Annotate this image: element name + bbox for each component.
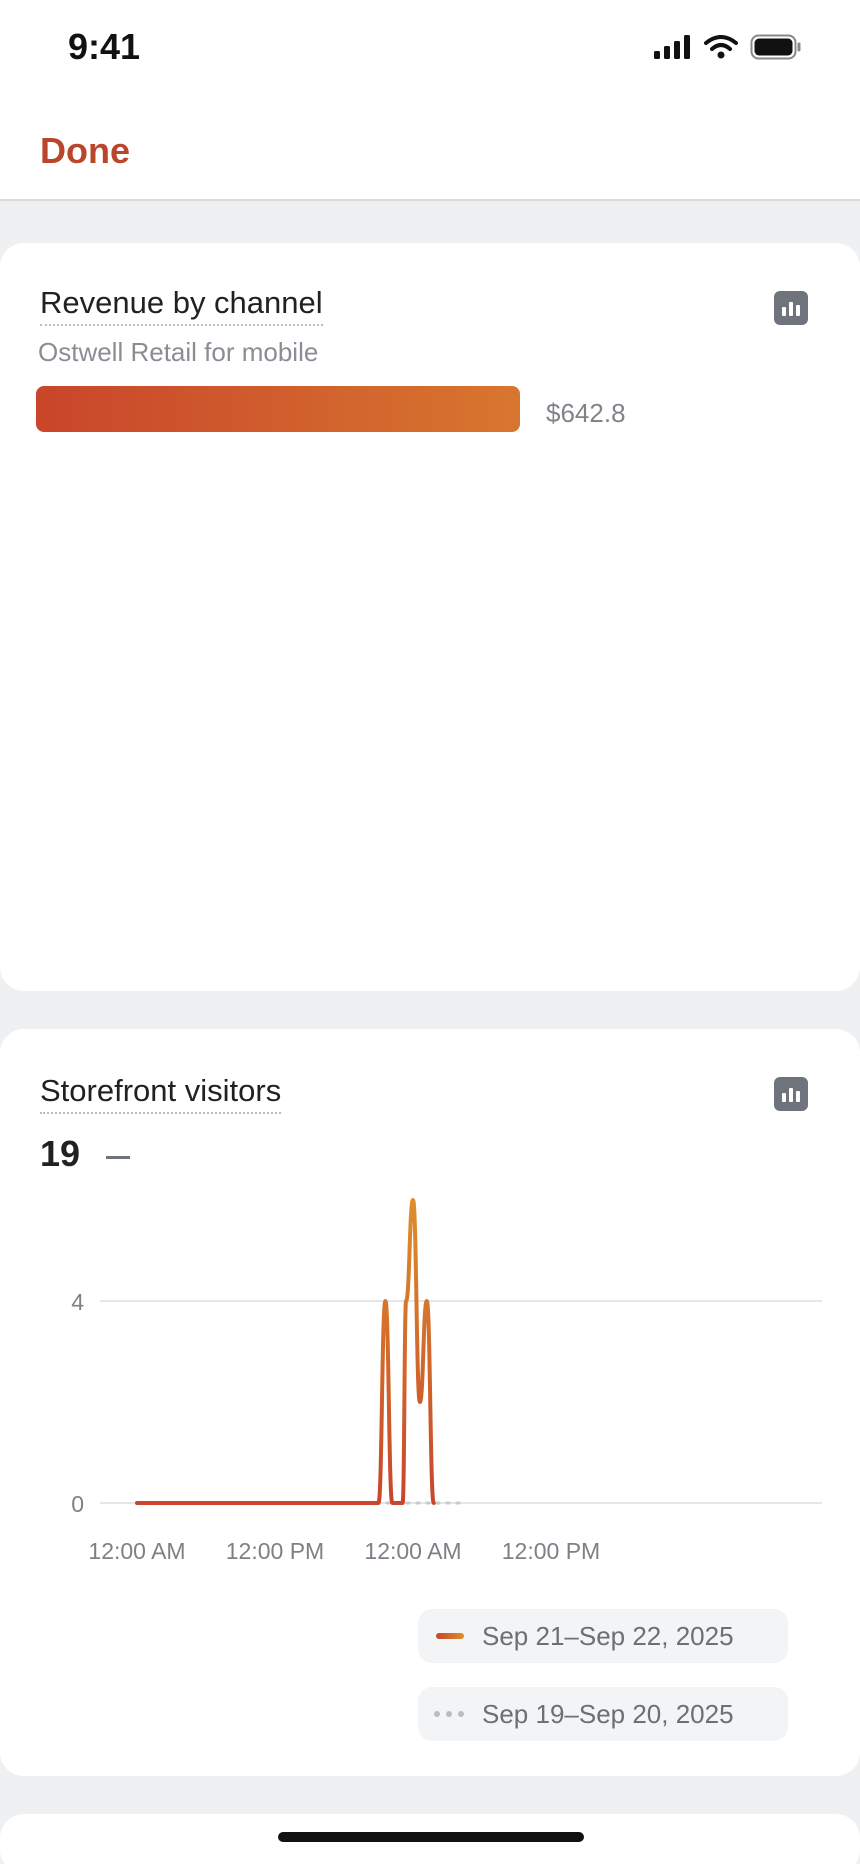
bar-chart-icon[interactable] xyxy=(774,1077,808,1111)
channel-label: Ostwell Retail for mobile xyxy=(38,337,319,367)
storefront-visitors-card: 4 0 12:00 AM 12:00 PM 12:00 AM 12:00 PM Store… xyxy=(0,1029,860,1776)
card-title[interactable]: Revenue by channel xyxy=(40,285,323,326)
kpi-change-dash xyxy=(106,1156,130,1159)
status-time: 9:41 xyxy=(68,26,141,67)
bar-chart-icon[interactable] xyxy=(774,291,808,325)
battery-icon xyxy=(750,34,801,60)
legend-previous-period[interactable]: Sep 19–Sep 20, 2025 xyxy=(418,1687,788,1741)
home-indicator xyxy=(278,1832,584,1842)
card-title[interactable]: Storefront visitors xyxy=(40,1073,282,1114)
nav-bar: Done xyxy=(0,100,860,201)
line-swatch-icon xyxy=(436,1633,464,1639)
x-tick-label: 12:00 PM xyxy=(502,1538,600,1564)
x-tick-label: 12:00 AM xyxy=(364,1538,461,1564)
cellular-signal-icon xyxy=(654,35,690,59)
status-icons xyxy=(654,34,802,60)
done-button[interactable]: Done xyxy=(40,130,130,172)
wifi-icon xyxy=(704,35,738,59)
legend-label: Sep 21–Sep 22, 2025 xyxy=(482,1620,734,1651)
y-tick-label: 0 xyxy=(71,1491,84,1517)
channel-bar[interactable] xyxy=(36,386,520,432)
legend-current-period[interactable]: Sep 21–Sep 22, 2025 xyxy=(418,1609,788,1663)
x-tick-label: 12:00 PM xyxy=(226,1538,324,1564)
kpi-value: 19 xyxy=(40,1133,81,1174)
x-tick-label: 12:00 AM xyxy=(88,1538,185,1564)
series-line-current xyxy=(135,1198,436,1505)
revenue-by-channel-card: Revenue by channel Ostwell Retail for mo… xyxy=(0,243,860,991)
dotted-swatch-icon xyxy=(434,1711,464,1717)
legend-label: Sep 19–Sep 20, 2025 xyxy=(482,1698,734,1729)
y-tick-label: 4 xyxy=(71,1289,84,1315)
channel-value: $642.8 xyxy=(546,398,626,428)
status-bar: 9:41 xyxy=(0,0,860,100)
